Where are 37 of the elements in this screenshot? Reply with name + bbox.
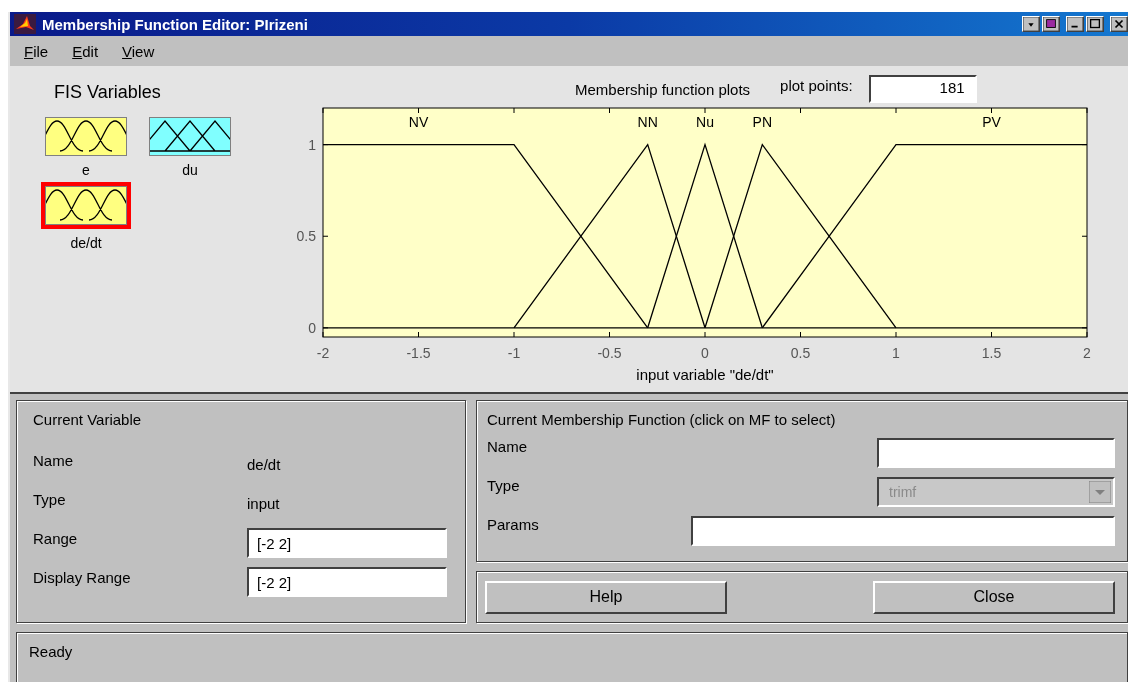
x-axis-label: input variable "de/dt" [636,366,774,383]
y-tick-label: 1 [308,136,316,153]
x-tick-label: 1.5 [981,345,1002,361]
field-label: plot points: [780,76,853,94]
mf-label: PV [982,114,1001,130]
status-text: Ready [29,643,73,660]
panel-title: Current Membership Function (click on MF to select) [487,411,836,428]
x-tick-label: 2 [1083,345,1091,361]
mf-label: NV [408,114,429,130]
x-tick-label: -2 [316,345,330,361]
variable-label: du [182,162,198,178]
field-label: Type [33,491,67,508]
x-tick-label: -1 [507,345,521,361]
mf-label: PN [752,114,773,130]
field-value: input [247,495,280,512]
panel-title: Current Variable [33,411,142,428]
y-tick-label: 0.5 [296,228,316,245]
x-tick-label: -1.5 [406,345,431,361]
window-title: Membership Function Editor: PIrizeni [42,15,309,33]
x-tick-label: -0.5 [597,345,622,361]
field-label: Name [487,438,528,455]
x-tick-label: 0 [701,345,709,361]
variable-label: de/dt [70,235,102,251]
field-label: Type [487,477,521,494]
field-label: Display Range [33,569,132,586]
mf-label: NN [637,114,658,130]
field-label: Params [487,516,540,533]
field-label: Range [33,530,79,547]
y-tick-label: 0 [308,319,316,336]
plot-title: Membership function plots [575,80,751,98]
variable-label: e [82,162,90,178]
x-tick-label: 0.5 [790,345,811,361]
field-label: Name [33,452,74,469]
section-title: FIS Variables [54,82,161,103]
x-tick-label: 1 [892,345,900,361]
field-value: de/dt [247,456,281,473]
mf-label: Nu [696,114,714,130]
